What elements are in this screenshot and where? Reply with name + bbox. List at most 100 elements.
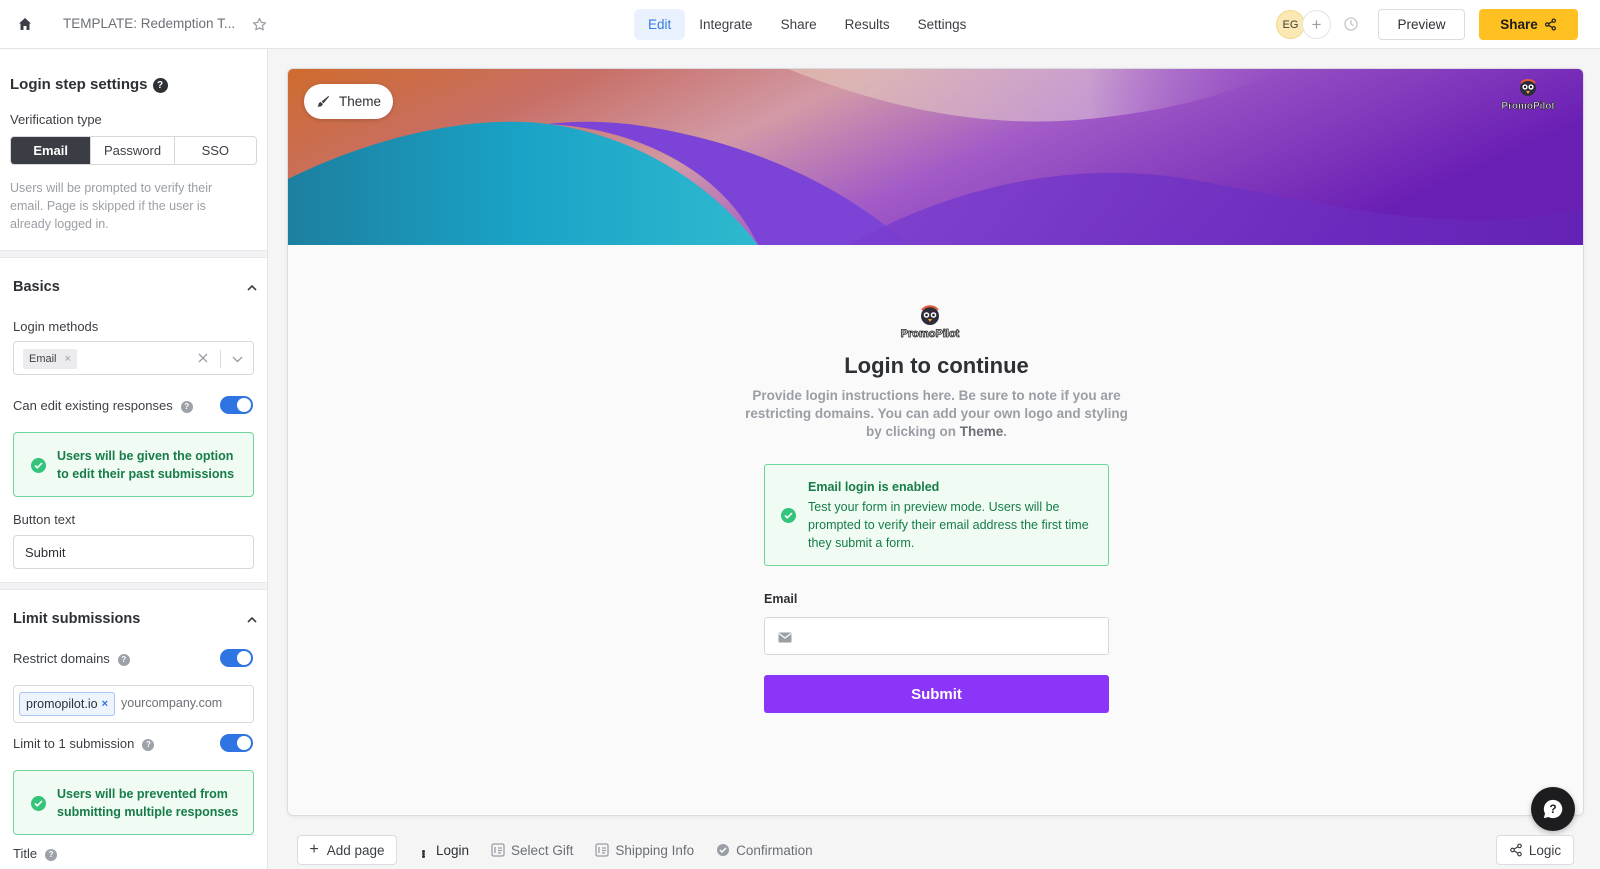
brush-icon bbox=[317, 95, 330, 107]
page-icon bbox=[595, 843, 609, 857]
clear-icon[interactable] bbox=[194, 349, 212, 367]
check-circle-icon bbox=[781, 508, 796, 523]
settings-panel: Login step settings? Verification type E… bbox=[0, 49, 268, 869]
banner-image: Theme PromoPilot bbox=[288, 69, 1583, 245]
page-tabs: Login Select Gift Shipping Info Confirma… bbox=[420, 835, 835, 865]
add-page-label: Add page bbox=[326, 842, 385, 858]
tab-confirmation[interactable]: Confirmation bbox=[716, 843, 813, 858]
preview-button[interactable]: Preview bbox=[1378, 9, 1465, 40]
title-row: Title? bbox=[13, 846, 58, 861]
email-field[interactable] bbox=[764, 617, 1109, 655]
login-methods-label: Login methods bbox=[13, 319, 99, 334]
history-icon[interactable] bbox=[1341, 14, 1361, 34]
section-divider bbox=[0, 250, 267, 258]
main-nav: Edit Integrate Share Results Settings bbox=[634, 9, 980, 40]
tab-login[interactable]: Login bbox=[436, 843, 469, 858]
login-instructions: Provide login instructions here. Be sure… bbox=[738, 387, 1135, 441]
login-instructions-text: Provide login instructions here. Be sure… bbox=[745, 388, 1128, 439]
help-icon[interactable]: ? bbox=[117, 653, 130, 666]
verification-hint: Users will be prompted to verify their e… bbox=[10, 181, 213, 231]
restrict-domains-toggle[interactable] bbox=[220, 649, 253, 667]
logic-button-label: Logic bbox=[1528, 842, 1562, 858]
check-circle-icon bbox=[31, 457, 46, 473]
limit-submissions-title: Limit submissions bbox=[13, 611, 141, 627]
login-instructions-end: . bbox=[1003, 424, 1008, 439]
envelope-icon bbox=[777, 630, 793, 644]
can-edit-note-text: Users will be given the option to edit t… bbox=[57, 449, 235, 481]
remove-chip-icon[interactable]: × bbox=[65, 353, 71, 365]
svg-text:?: ? bbox=[1549, 802, 1556, 816]
share-button-label: Share bbox=[1500, 17, 1538, 32]
help-icon[interactable]: ? bbox=[142, 738, 155, 751]
nav-integrate[interactable]: Integrate bbox=[685, 9, 766, 40]
svg-text:PromoPilot: PromoPilot bbox=[901, 328, 960, 340]
star-icon[interactable] bbox=[249, 14, 269, 34]
limit-one-toggle[interactable] bbox=[220, 734, 253, 752]
share-icon bbox=[1544, 18, 1556, 31]
nav-results[interactable]: Results bbox=[831, 9, 904, 40]
login-method-chip: Email × bbox=[23, 349, 77, 369]
domain-tag: promopilot.io × bbox=[19, 692, 116, 716]
tab-select-gift-label: Select Gift bbox=[511, 842, 574, 858]
can-edit-row: Can edit existing responses? bbox=[13, 398, 193, 413]
button-text-input[interactable]: Submit bbox=[13, 535, 254, 569]
chevron-down-icon[interactable] bbox=[227, 349, 247, 369]
email-login-info: Email login is enabled Test your form in… bbox=[764, 464, 1109, 566]
more-options-icon[interactable] bbox=[420, 842, 426, 859]
help-chat-icon: ? bbox=[1543, 799, 1563, 819]
help-icon[interactable]: ? bbox=[180, 400, 193, 413]
limit-one-label: Limit to 1 submission bbox=[13, 736, 135, 751]
login-methods-select[interactable]: Email × bbox=[13, 341, 254, 375]
share-button[interactable]: Share bbox=[1479, 9, 1578, 40]
theme-button-label: Theme bbox=[338, 94, 382, 109]
limit-note: Users will be prevented from submitting … bbox=[13, 770, 254, 835]
step-settings-title: Login step settings bbox=[10, 76, 148, 93]
can-edit-toggle[interactable] bbox=[220, 396, 253, 414]
submit-button[interactable]: Submit bbox=[764, 675, 1109, 713]
add-page-button[interactable]: + Add page bbox=[297, 835, 397, 865]
restrict-domains-row: Restrict domains? bbox=[13, 651, 130, 666]
verification-option-password[interactable]: Password bbox=[91, 137, 175, 164]
title-label: Title bbox=[13, 846, 38, 861]
verification-option-email[interactable]: Email bbox=[11, 137, 92, 164]
login-title: Login to continue bbox=[844, 353, 1029, 378]
tab-shipping-info[interactable]: Shipping Info bbox=[595, 843, 694, 858]
avatar[interactable]: EG bbox=[1276, 10, 1305, 39]
logic-icon bbox=[1510, 843, 1522, 857]
add-collaborator-button[interactable]: + bbox=[1302, 10, 1331, 39]
help-icon[interactable]: ? bbox=[45, 848, 58, 861]
check-circle-icon bbox=[31, 795, 46, 811]
tab-login-label: Login bbox=[436, 842, 470, 858]
nav-share[interactable]: Share bbox=[767, 9, 831, 40]
logic-button[interactable]: Logic bbox=[1496, 835, 1574, 865]
form-canvas: Theme PromoPilot PromoPilot Login to con… bbox=[287, 68, 1584, 816]
info-body: Test your form in preview mode. Users wi… bbox=[808, 500, 1089, 550]
nav-settings[interactable]: Settings bbox=[904, 9, 981, 40]
theme-button[interactable]: Theme bbox=[304, 84, 393, 119]
domain-placeholder[interactable]: yourcompany.com bbox=[121, 696, 222, 710]
button-text-label: Button text bbox=[13, 512, 76, 527]
domains-input[interactable]: promopilot.io × yourcompany.com bbox=[13, 685, 254, 723]
nav-edit[interactable]: Edit bbox=[634, 9, 686, 40]
top-bar: TEMPLATE: Redemption T... Edit Integrate… bbox=[0, 0, 1600, 49]
help-chat-button[interactable]: ? bbox=[1531, 787, 1575, 831]
step-settings-heading: Login step settings? bbox=[10, 76, 168, 93]
home-icon[interactable] bbox=[14, 13, 36, 35]
form-logo: PromoPilot bbox=[898, 304, 962, 342]
remove-tag-icon[interactable]: × bbox=[102, 698, 108, 710]
section-divider bbox=[0, 582, 267, 590]
login-method-chip-label: Email bbox=[29, 353, 57, 365]
theme-link[interactable]: Theme bbox=[960, 424, 1004, 439]
svg-text:PromoPilot: PromoPilot bbox=[1501, 101, 1555, 112]
document-title[interactable]: TEMPLATE: Redemption T... bbox=[63, 16, 235, 31]
can-edit-note: Users will be given the option to edit t… bbox=[13, 432, 254, 497]
verification-option-sso[interactable]: SSO bbox=[175, 137, 256, 164]
limit-note-text: Users will be prevented from submitting … bbox=[57, 787, 239, 819]
tab-select-gift[interactable]: Select Gift bbox=[491, 843, 573, 858]
chevron-up-icon[interactable] bbox=[245, 281, 259, 295]
chevron-up-icon[interactable] bbox=[245, 613, 259, 627]
tab-shipping-info-label: Shipping Info bbox=[615, 842, 695, 858]
tab-confirmation-label: Confirmation bbox=[736, 842, 813, 858]
help-icon[interactable]: ? bbox=[152, 77, 168, 93]
email-label: Email bbox=[764, 592, 798, 606]
